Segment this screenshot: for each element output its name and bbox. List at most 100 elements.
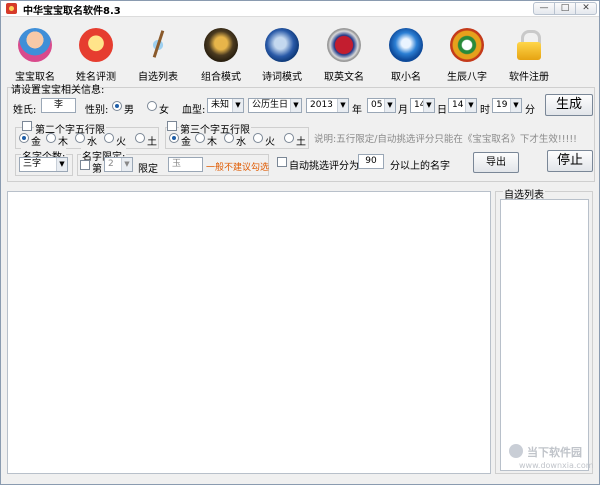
surname-label: 姓氏: — [13, 105, 37, 116]
third-char-fire-radio[interactable] — [253, 133, 263, 143]
chevron-down-icon: ▼ — [56, 158, 67, 171]
gender-male-label: 男 — [124, 105, 134, 116]
toolbar-name-eval-button[interactable]: 姓名评测 — [65, 24, 127, 83]
bazi-icon — [450, 28, 484, 62]
toolbar-label: 组合模式 — [201, 72, 241, 83]
name-count-select[interactable]: 三字 ▼ — [19, 157, 68, 172]
third-char-metal-radio[interactable] — [169, 133, 179, 143]
third-char-earth-radio[interactable] — [284, 133, 294, 143]
watermark-url: www.downxia.com — [519, 461, 594, 470]
second-char-element-checkbox[interactable] — [22, 121, 32, 131]
toolbar-register-button[interactable]: 软件注册 — [498, 24, 560, 83]
limit-suffix-label: 限定 — [138, 164, 158, 175]
second-char-wood-radio[interactable] — [46, 133, 56, 143]
month-value: 05 — [371, 100, 383, 110]
limit-position-select[interactable]: 2 ▼ — [104, 157, 133, 172]
minute-select[interactable]: 19 ▼ — [492, 98, 522, 113]
toolbar-poem-mode-button[interactable]: 诗词模式 — [251, 24, 313, 83]
gender-female-label: 女 — [159, 105, 169, 116]
second-char-earth-radio[interactable] — [135, 133, 145, 143]
english-name-icon — [327, 28, 361, 62]
year-value: 2013 — [310, 100, 333, 110]
third-char-water-radio[interactable] — [224, 133, 234, 143]
element-label: 火 — [265, 137, 275, 148]
stop-button[interactable]: 停止 — [547, 150, 593, 172]
limit-position-value: 2 — [108, 159, 114, 169]
element-label: 水 — [236, 137, 246, 148]
chevron-down-icon: ▼ — [465, 99, 476, 112]
poem-book-icon — [265, 28, 299, 62]
auto-score-input[interactable]: 90 — [358, 154, 384, 169]
day-unit: 日 — [437, 105, 447, 116]
close-button[interactable]: ✕ — [575, 2, 597, 15]
calendar-type-select[interactable]: 公历生日 ▼ — [248, 98, 302, 113]
chevron-down-icon: ▼ — [232, 99, 243, 112]
minimize-button[interactable]: — — [533, 2, 555, 15]
third-char-element-checkbox[interactable] — [167, 121, 177, 131]
generate-button[interactable]: 生成 — [545, 94, 593, 116]
chevron-down-icon: ▼ — [510, 99, 521, 112]
year-select[interactable]: 2013 ▼ — [306, 98, 349, 113]
hour-unit: 时 — [480, 105, 490, 116]
year-unit: 年 — [352, 105, 362, 116]
toolbar-label: 取英文名 — [324, 72, 364, 83]
window-title: 中华宝宝取名软件8.3 — [23, 6, 121, 17]
blood-type-value: 未知 — [211, 100, 230, 110]
month-select[interactable]: 05 ▼ — [367, 98, 396, 113]
second-char-fire-radio[interactable] — [104, 133, 114, 143]
third-char-wood-radio[interactable] — [195, 133, 205, 143]
gender-male-radio[interactable] — [112, 101, 122, 111]
second-char-metal-radio[interactable] — [19, 133, 29, 143]
watermark-text: 当下软件园 — [527, 446, 582, 459]
limit-position-prefix: 第 — [92, 164, 102, 175]
surname-input[interactable]: 李 — [41, 98, 76, 113]
app-window: 中华宝宝取名软件8.3 — □ ✕ 宝宝取名 姓名评测 自选列表 组合模式 诗词… — [0, 0, 600, 485]
list-icon — [141, 28, 175, 62]
minute-value: 19 — [496, 100, 508, 110]
toolbar-label: 软件注册 — [509, 72, 549, 83]
toolbar-english-name-button[interactable]: 取英文名 — [313, 24, 375, 83]
toolbar-label: 诗词模式 — [262, 72, 302, 83]
chevron-down-icon: ▼ — [290, 99, 301, 112]
hour-select[interactable]: 14 ▼ — [448, 98, 477, 113]
toolbar-label: 生辰八字 — [447, 72, 487, 83]
second-char-water-radio[interactable] — [75, 133, 85, 143]
chevron-down-icon: ▼ — [423, 99, 434, 112]
auto-pick-checkbox[interactable] — [277, 157, 287, 167]
auto-score-suffix: 分以上的名字 — [390, 161, 450, 172]
toolbar-label: 取小名 — [391, 72, 421, 83]
watermark: 当下软件园 www.downxia.com — [509, 444, 594, 474]
element-label: 火 — [116, 137, 126, 148]
nickname-icon — [389, 28, 423, 62]
results-area[interactable] — [7, 191, 491, 474]
element-label: 水 — [87, 137, 97, 148]
toolbar-combo-mode-button[interactable]: 组合模式 — [190, 24, 252, 83]
month-unit: 月 — [398, 105, 408, 116]
export-button[interactable]: 导出 — [473, 152, 519, 173]
day-select[interactable]: 14 ▼ — [410, 98, 435, 113]
toolbar-custom-list-button[interactable]: 自选列表 — [127, 24, 189, 83]
name-eval-icon — [79, 28, 113, 62]
chevron-down-icon: ▼ — [121, 158, 132, 171]
element-label: 木 — [58, 137, 68, 148]
name-limit-checkbox[interactable] — [80, 160, 90, 170]
calendar-type-value: 公历生日 — [252, 100, 289, 110]
maximize-button[interactable]: □ — [554, 2, 576, 15]
custom-list-box[interactable] — [500, 199, 589, 471]
info-note: 说明:五行限定/自动挑选评分只能在《宝宝取名》下才生效!!!!! — [314, 134, 577, 145]
toolbar-baby-naming-button[interactable]: 宝宝取名 — [4, 24, 66, 83]
toolbar-nickname-button[interactable]: 取小名 — [375, 24, 437, 83]
element-label: 土 — [296, 137, 306, 148]
limit-char-input[interactable]: 玉 — [168, 157, 203, 172]
watermark-logo-icon — [509, 444, 523, 458]
toolbar-bazi-button[interactable]: 生辰八字 — [436, 24, 498, 83]
blood-type-select[interactable]: 未知 ▼ — [207, 98, 244, 113]
minute-unit: 分 — [525, 105, 535, 116]
auto-pick-label: 自动挑选评分为: — [289, 161, 363, 172]
toolbar-label: 自选列表 — [138, 72, 178, 83]
lock-icon — [512, 28, 546, 62]
title-bar: 中华宝宝取名软件8.3 — □ ✕ — [1, 1, 599, 17]
combo-icon — [204, 28, 238, 62]
baby-icon — [18, 28, 52, 62]
gender-female-radio[interactable] — [147, 101, 157, 111]
